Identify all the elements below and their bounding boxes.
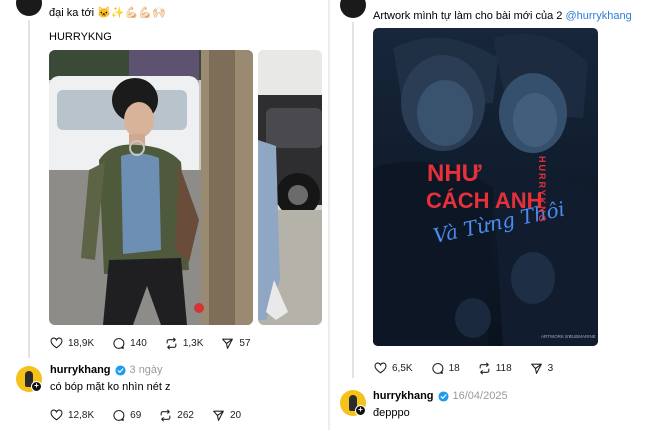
heart-icon [50,337,63,349]
thread-connector-line [352,22,354,378]
like-count: 18,9K [68,338,95,349]
like-button[interactable]: 6,5K [374,362,413,375]
reply-share-button[interactable]: 20 [212,409,241,422]
repost-icon [160,409,171,422]
reply-share-count: 20 [229,410,242,421]
post-caption: Artwork mình tự làm cho bài mới của 2 @h… [373,10,632,22]
comment-icon [431,363,444,374]
reply-text: đepppo [373,407,410,419]
reply-like-count: 12,8K [68,410,95,421]
share-count: 3 [547,363,554,374]
comment-icon [113,410,125,421]
reply-header: hurrykhang 16/04/2025 [373,390,508,402]
repost-icon [166,337,177,350]
post-photo-1[interactable] [49,50,253,325]
repost-count: 118 [495,363,512,374]
post-author-avatar[interactable] [340,0,366,18]
reply-comment-button[interactable]: 69 [112,409,141,422]
photo-street-car [258,50,322,325]
heart-icon [50,409,63,421]
thread-connector-line [28,20,30,358]
photo-street-man [49,50,253,325]
repost-button[interactable]: 118 [478,362,512,375]
reply-like-button[interactable]: 12,8K [50,409,94,422]
post-caption: đại ka tới 🐱✨💪🏻💪🏻🙌🏻 [49,7,166,19]
reply-repost-count: 262 [177,410,194,421]
post-tag-line: HURRYKNG [49,31,112,43]
post-artwork-image[interactable]: NHƯ CÁCH ANH Và Từng Thôi HURRYKNG ARTWO… [373,28,598,346]
post-action-bar: 18,9K 140 1,3K 57 [50,337,251,350]
reply-repost-button[interactable]: 262 [159,409,194,422]
share-icon [222,338,234,349]
comment-count: 18 [448,363,460,374]
share-icon [530,363,542,374]
caption-mention-link[interactable]: @hurrykhang [565,10,631,22]
like-count: 6,5K [392,363,413,374]
comment-count: 140 [130,338,147,349]
poster-title-line1: NHƯ [427,160,482,187]
share-button[interactable]: 57 [221,337,251,350]
comment-button[interactable]: 18 [431,362,460,375]
reply-header: hurrykhang 3 ngày [50,364,163,376]
post-author-avatar[interactable] [16,0,42,16]
share-count: 57 [239,338,251,349]
repost-button[interactable]: 1,3K [165,337,204,350]
reply-text: có bóp mặt ko nhìn nét z [50,381,171,393]
comment-button[interactable]: 140 [112,337,147,350]
repost-count: 1,3K [182,338,204,349]
left-thread-panel: đại ka tới 🐱✨💪🏻💪🏻🙌🏻 HURRYKNG 18,9K 140 1… [0,0,326,430]
follow-plus-icon[interactable]: + [31,381,42,392]
reply-username[interactable]: hurrykhang [50,364,111,376]
verified-badge-icon [437,390,449,402]
artwork-poster: NHƯ CÁCH ANH Và Từng Thôi HURRYKNG ARTWO… [373,28,598,346]
reply-timestamp: 16/04/2025 [452,390,508,402]
poster-vertical-text: HURRYKNG [537,156,547,224]
poster-footer-right: SUBMARINE [569,334,596,339]
post-action-bar: 6,5K 18 118 3 [374,362,553,375]
post-photo-2[interactable] [258,50,322,325]
reply-timestamp: 3 ngày [129,364,163,376]
right-thread-panel: Artwork mình tự làm cho bài mới của 2 @h… [332,0,645,430]
like-button[interactable]: 18,9K [50,337,94,350]
share-button[interactable]: 3 [530,362,554,375]
verified-badge-icon [114,364,126,376]
reply-action-bar: 12,8K 69 262 20 [50,409,241,422]
share-icon [213,410,224,421]
repost-icon [479,362,490,375]
comment-icon [113,338,125,349]
heart-icon [374,362,387,374]
panel-divider [328,0,330,430]
reply-username[interactable]: hurrykhang [373,390,434,402]
poster-footer-left: ARTWORK BY [541,334,571,339]
follow-plus-icon[interactable]: + [355,405,366,416]
caption-text: Artwork mình tự làm cho bài mới của 2 [373,10,566,22]
reply-comment-count: 69 [130,410,142,421]
